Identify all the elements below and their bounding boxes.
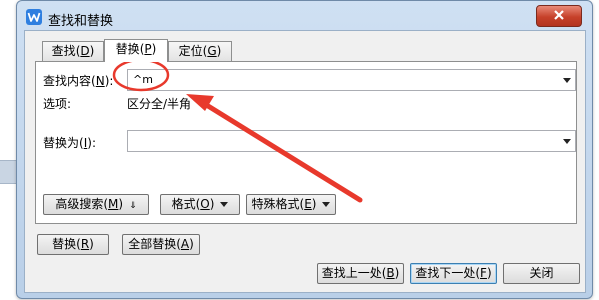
tab-find[interactable]: 查找(D) <box>42 41 104 61</box>
replace-all-button[interactable]: 全部替换(A) <box>122 234 200 255</box>
format-dropdown-icon <box>220 202 229 207</box>
find-what-value: ^m <box>133 73 153 86</box>
replace-button[interactable]: 替换(R) <box>37 234 109 255</box>
tab-replace[interactable]: 替换(P) <box>104 39 168 62</box>
find-what-combobox[interactable]: ^m <box>127 69 576 91</box>
tab-replace-key: P <box>144 42 152 56</box>
replace-panel: 查找内容(N): ^m 选项: 区分全/半角 替换为(I): 高级搜索(M) ⇓ … <box>35 61 577 224</box>
find-dropdown-arrow-icon[interactable] <box>563 78 571 83</box>
advanced-search-button[interactable]: 高级搜索(M) ⇓ <box>43 194 149 215</box>
replace-with-label: 替换为(I): <box>43 136 96 150</box>
find-next-button[interactable]: 查找下一处(F) <box>410 263 497 284</box>
options-label: 选项: <box>43 97 72 111</box>
tab-replace-label: 替换 <box>115 42 140 56</box>
tab-goto-label: 定位 <box>178 44 203 58</box>
replace-dropdown-arrow-icon[interactable] <box>563 139 571 144</box>
close-button[interactable]: 关闭 <box>503 263 580 284</box>
close-window-button[interactable] <box>536 5 582 27</box>
tab-find-key: D <box>80 44 90 58</box>
tab-goto[interactable]: 定位(G) <box>168 41 232 61</box>
replace-with-combobox[interactable] <box>127 130 576 152</box>
double-chevron-down-icon: ⇓ <box>129 201 137 211</box>
format-button[interactable]: 格式(O) <box>160 194 240 215</box>
tab-goto-key: G <box>207 44 217 58</box>
find-replace-dialog: 查找和替换 查找(D) 替换(P) 定位(G) 查找内容(N): ^m 选项: … <box>16 0 593 299</box>
title-bar[interactable]: 查找和替换 <box>17 1 592 31</box>
close-icon <box>554 10 564 20</box>
find-previous-button[interactable]: 查找上一处(B) <box>317 263 404 284</box>
special-format-button[interactable]: 特殊格式(E) <box>246 194 336 215</box>
tab-find-label: 查找 <box>51 44 76 58</box>
options-value: 区分全/半角 <box>127 97 192 111</box>
wps-writer-icon <box>26 9 42 25</box>
dialog-title: 查找和替换 <box>48 14 114 29</box>
special-format-dropdown-icon <box>322 202 331 207</box>
find-what-label: 查找内容(N): <box>43 74 114 88</box>
dialog-body: 查找(D) 替换(P) 定位(G) 查找内容(N): ^m 选项: 区分全/半角… <box>24 30 586 293</box>
